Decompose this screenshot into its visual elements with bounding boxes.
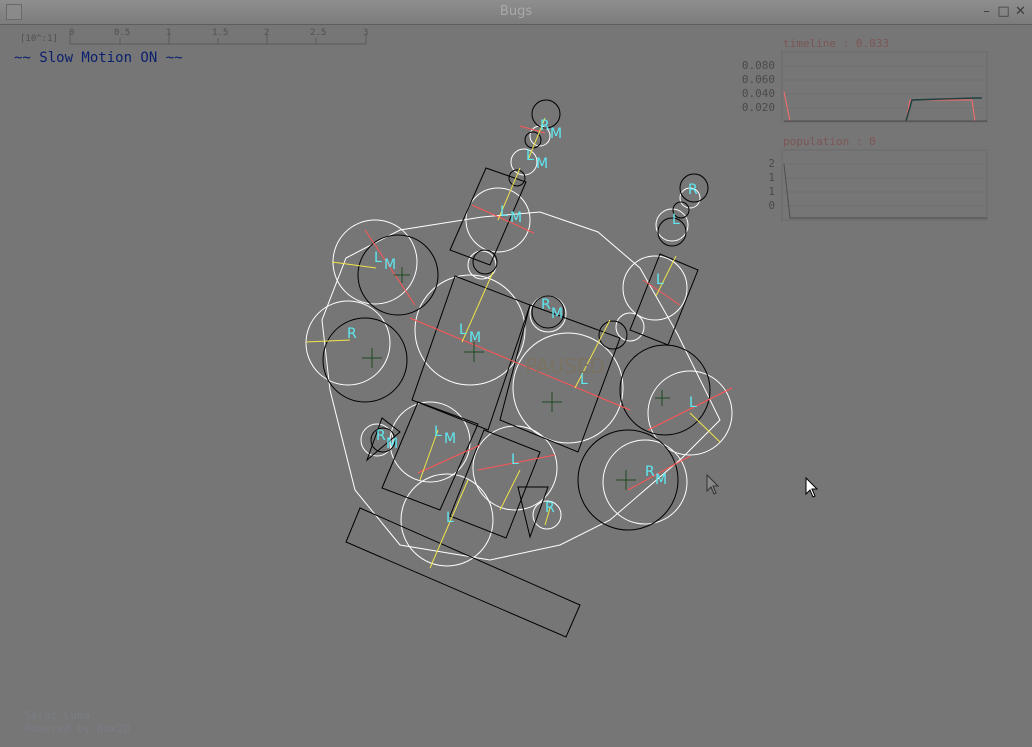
timeline-graph — [781, 51, 988, 123]
label-l: L — [434, 424, 442, 440]
population-y-tick: 1 — [768, 171, 775, 184]
ruler-scale-label: [10^:1] — [20, 34, 58, 44]
label-m: M — [551, 306, 563, 322]
ruler-tick: 0.5 — [114, 28, 131, 38]
timeline-series-red — [783, 91, 978, 122]
footer-greeting: Salut Luma — [24, 709, 91, 722]
label-r: R — [545, 500, 555, 516]
bug-labels: R M L M L M R L L L M R L M R M L L L M … — [347, 118, 698, 526]
cursor-arrow-icon — [805, 476, 819, 498]
label-m: M — [384, 257, 396, 273]
timeline-y-tick: 0.080 — [741, 59, 775, 72]
ruler-tick: 3 — [363, 28, 369, 38]
yellow-axes — [305, 117, 721, 569]
slow-motion-indicator: ~~ Slow Motion ON ~~ — [14, 50, 183, 66]
timeline-y-tick: 0.020 — [741, 101, 775, 114]
label-m: M — [536, 156, 548, 172]
label-r: R — [688, 182, 698, 198]
label-m: M — [510, 210, 522, 226]
timeline-y-tick: 0.060 — [741, 73, 775, 86]
label-l: L — [689, 395, 697, 411]
label-r: R — [347, 326, 357, 342]
label-l: L — [672, 212, 680, 228]
label-l: L — [526, 148, 534, 164]
population-y-tick: 2 — [768, 157, 775, 170]
paused-overlay: PAUSED — [525, 354, 605, 378]
body-rectangles — [345, 167, 699, 638]
label-m: M — [655, 472, 667, 488]
close-button[interactable]: ✕ — [1012, 3, 1029, 20]
timeline-series-dark — [905, 97, 982, 122]
population-graph — [781, 149, 988, 221]
label-r: R — [376, 428, 386, 444]
label-l: L — [374, 250, 382, 266]
label-l: L — [500, 204, 508, 220]
ruler-tick: 2 — [264, 28, 270, 38]
window-title: Bugs — [499, 4, 533, 19]
population-title: population : 0 — [783, 135, 876, 148]
simulation-canvas[interactable]: R M L M L M R L L L M R L M R M L L L M … — [0, 24, 1032, 747]
maximize-button[interactable]: □ — [995, 3, 1012, 20]
label-m: M — [469, 330, 481, 346]
label-r: R — [541, 297, 551, 313]
ruler-tick: 1 — [166, 28, 172, 38]
population-y-tick: 1 — [768, 185, 775, 198]
ruler-tick: 0 — [69, 28, 75, 38]
label-l: L — [656, 272, 664, 288]
ruler-tick: 1.5 — [212, 28, 229, 38]
cursor-ghost-icon — [706, 473, 720, 495]
label-l: L — [446, 510, 454, 526]
label-m: M — [444, 431, 456, 447]
ruler-tick: 2.5 — [310, 28, 327, 38]
label-l: L — [511, 452, 519, 468]
window-titlebar[interactable]: Bugs – □ ✕ — [0, 0, 1032, 25]
label-r: R — [540, 118, 550, 134]
label-m: M — [550, 126, 562, 142]
label-l: L — [459, 322, 467, 338]
label-r: R — [645, 464, 655, 480]
minimize-button[interactable]: – — [978, 3, 995, 20]
footer-credit: Powered by Box2D — [24, 722, 130, 735]
label-m: M — [386, 436, 398, 452]
population-y-tick: 0 — [768, 199, 775, 212]
app-window: Bugs – □ ✕ R M L M L M R L L L M R L M R… — [0, 0, 1032, 747]
timeline-title: timeline : 0.033 — [783, 37, 889, 50]
timeline-y-tick: 0.040 — [741, 87, 775, 100]
